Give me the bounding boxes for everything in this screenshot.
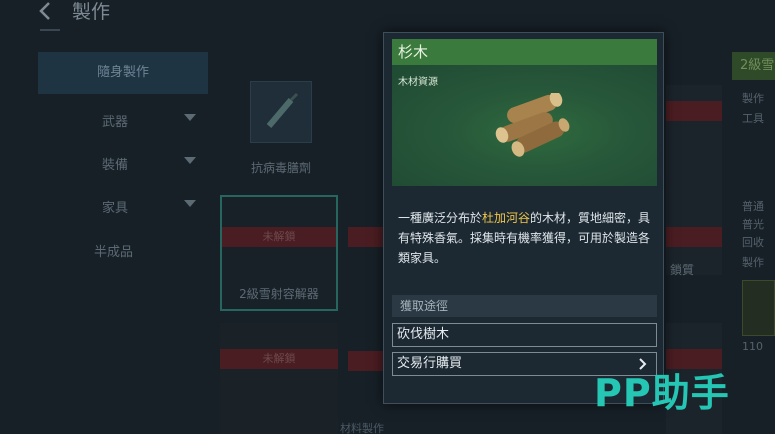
header: 製作: [0, 0, 775, 31]
locked-badge: 未解鎖: [220, 349, 338, 369]
sidebar-item-portable-crafting[interactable]: 隨身製作: [38, 52, 208, 94]
locked-badge-partial: [666, 227, 722, 247]
locked-badge-partial: [348, 227, 384, 247]
item-info-popup: 杉木 木材資源 一種廣泛分布於杜加河谷的木材，質地細密，具有特殊香氣。採集時有機…: [383, 32, 664, 404]
sidebar-item-equipment[interactable]: 裝備: [38, 145, 208, 181]
recipe-card-name: 鎖質: [670, 263, 695, 277]
caret-down-icon: [184, 157, 196, 164]
acquire-section-header: 獲取途徑: [392, 295, 657, 317]
sidebar-item-weapons[interactable]: 武器: [38, 102, 208, 138]
detail-text: 製作: [742, 256, 764, 269]
item-name: 杉木: [392, 39, 657, 65]
material-slot[interactable]: [742, 280, 775, 336]
sidebar-item-furniture[interactable]: 家具: [38, 188, 208, 224]
material-count: 110: [742, 340, 763, 353]
recipe-card-name: 抗病毒膳劑: [250, 161, 311, 175]
caret-down-icon: [184, 200, 196, 207]
bottom-tab-label[interactable]: 材料製作: [340, 420, 384, 434]
sidebar: 隨身製作 武器 裝備 家具 半成品: [38, 52, 208, 312]
recipe-card[interactable]: 未解鎖: [220, 323, 338, 434]
recipe-card-name: 2級雪射容解器: [239, 287, 319, 301]
detail-text: 普通: [742, 200, 764, 213]
item-category: 木材資源: [398, 77, 438, 88]
location-highlight: 杜加河谷: [482, 211, 531, 225]
sidebar-item-label: 家具: [102, 201, 129, 216]
acquire-way-chop-trees: 砍伐樹木: [392, 323, 657, 347]
caret-down-icon: [184, 114, 196, 121]
description-text: 一種廣泛分布於: [398, 211, 483, 225]
syringe-icon: [266, 92, 299, 128]
watermark-logo: PP助手: [594, 368, 754, 418]
watermark-text: PP助手: [594, 371, 730, 415]
locked-badge-partial: [666, 349, 722, 369]
item-description: 一種廣泛分布於杜加河谷的木材，質地細密，具有特殊香氣。採集時有機率獲得，可用於製…: [398, 208, 656, 268]
detail-text: 製作: [742, 92, 764, 105]
header-divider: [40, 29, 60, 31]
locked-badge-partial: [348, 351, 384, 371]
detail-panel-header: 2級雪: [732, 52, 775, 80]
recipe-card-selected[interactable]: 未解鎖 2級雪射容解器: [220, 195, 338, 311]
item-thumbnail: [250, 81, 312, 143]
detail-text: 回收: [742, 236, 764, 249]
page-title: 製作: [72, 1, 111, 23]
wood-logs-icon: [495, 93, 570, 157]
sidebar-item-label: 半成品: [94, 245, 134, 260]
detail-text: 普光: [742, 218, 764, 231]
locked-badge: 未解鎖: [222, 227, 336, 247]
sidebar-item-label: 武器: [102, 115, 129, 130]
back-button[interactable]: [36, 0, 60, 24]
sidebar-item-semi-finished[interactable]: 半成品: [38, 232, 208, 268]
recipe-card[interactable]: 鎖質: [666, 85, 722, 277]
acquire-way-label: 砍伐樹木: [397, 327, 450, 342]
locked-badge-partial: [666, 101, 722, 121]
sidebar-item-label: 裝備: [102, 158, 129, 173]
acquire-way-label: 交易行購買: [397, 356, 463, 371]
recipe-card[interactable]: 抗病毒膳劑: [220, 55, 342, 183]
detail-text: 工具: [742, 112, 764, 125]
item-image-area: 木材資源: [392, 65, 657, 186]
back-arrow-icon: [39, 2, 50, 20]
